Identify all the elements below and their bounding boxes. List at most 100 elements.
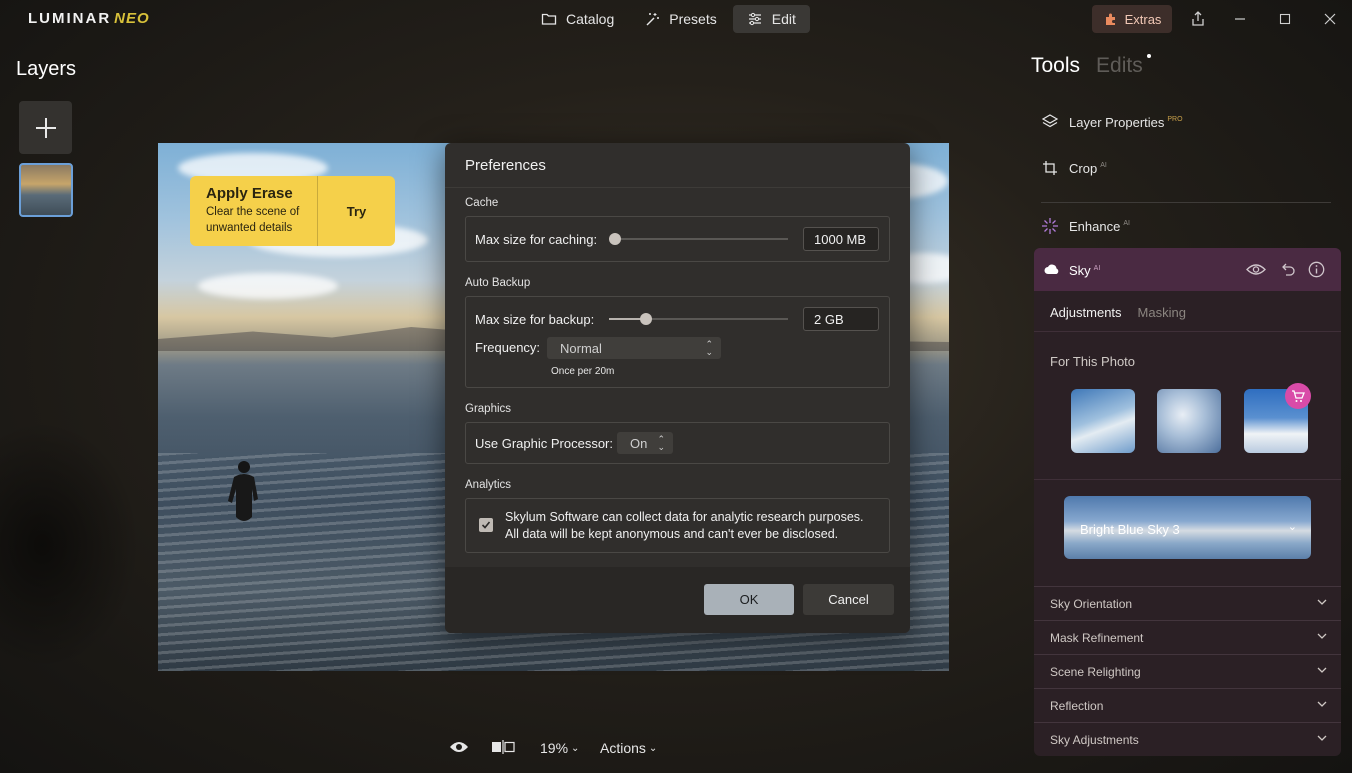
chevron-down-icon: ⌄ <box>648 742 658 754</box>
tab-tools[interactable]: Tools <box>1031 54 1080 78</box>
tab-edits[interactable]: Edits <box>1096 54 1151 78</box>
layer-thumbnail[interactable] <box>19 163 73 217</box>
crop-icon <box>1043 161 1057 175</box>
updown-chevron-icon: ⌃ ⌄ <box>705 339 713 357</box>
section-sky-adjustments[interactable]: Sky Adjustments <box>1034 722 1341 756</box>
section-label: Sky Adjustments <box>1050 732 1139 747</box>
actions-dropdown[interactable]: Actions ⌄ <box>600 740 657 756</box>
chevron-down-icon <box>1317 599 1327 605</box>
eye-icon <box>450 742 468 752</box>
dialog-title: Preferences <box>465 157 546 174</box>
section-reflection[interactable]: Reflection <box>1034 688 1341 722</box>
minimize-icon[interactable] <box>1229 8 1251 30</box>
app-logo: LUMINAR NEO <box>28 10 150 27</box>
folder-icon <box>541 13 557 25</box>
sliders-icon <box>748 12 761 26</box>
cache-section-label: Cache <box>465 197 499 209</box>
tool-crop[interactable]: Crop AI <box>1041 159 1107 177</box>
tab-edits-label: Edits <box>1096 54 1143 77</box>
analytics-line-1: Skylum Software can collect data for ana… <box>505 510 864 524</box>
unsaved-dot <box>1146 54 1151 58</box>
section-label: Sky Orientation <box>1050 596 1133 611</box>
subtab-masking[interactable]: Masking <box>1138 305 1186 320</box>
tab-catalog-label: Catalog <box>566 11 615 27</box>
subtab-adjustments[interactable]: Adjustments <box>1050 305 1122 320</box>
cache-section: Max size for caching: 1000 MB <box>465 216 890 262</box>
background-shadow <box>0 420 140 670</box>
analytics-section-label: Analytics <box>465 479 512 491</box>
frequency-select[interactable]: Normal ⌃ ⌄ <box>547 337 721 359</box>
divider <box>1034 479 1341 480</box>
cache-slider-handle[interactable] <box>609 233 621 245</box>
right-panel-tabs: Tools Edits <box>1031 54 1151 78</box>
ok-button[interactable]: OK <box>704 584 794 615</box>
zoom-dropdown[interactable]: 19% ⌄ <box>540 740 579 756</box>
cache-size-label: Max size for caching: <box>475 232 598 247</box>
apply-erase-card: Apply Erase Clear the scene of unwanted … <box>190 176 395 246</box>
tab-catalog[interactable]: Catalog <box>527 5 628 33</box>
magic-wand-icon <box>646 13 660 26</box>
eye-icon[interactable] <box>1246 263 1266 276</box>
section-label: Scene Relighting <box>1050 664 1141 679</box>
backup-size-input[interactable]: 2 GB <box>803 307 879 331</box>
chevron-down-icon: ⌄ <box>571 742 580 754</box>
person-silhouette <box>228 461 258 521</box>
sky-selection-dropdown[interactable]: Bright Blue Sky 3 ⌄ <box>1064 496 1311 559</box>
compare-toggle[interactable] <box>491 740 515 754</box>
section-scene-relighting[interactable]: Scene Relighting <box>1034 654 1341 688</box>
layers-title: Layers <box>16 58 77 80</box>
analytics-line-2: All data will be kept anonymous and can'… <box>505 527 839 541</box>
sky-preset-thumbnail[interactable] <box>1157 389 1221 453</box>
plus-icon <box>35 117 56 138</box>
section-sky-orientation[interactable]: Sky Orientation <box>1034 586 1341 620</box>
cloud <box>198 273 338 299</box>
puzzle-icon <box>1105 13 1115 25</box>
cancel-button[interactable]: Cancel <box>803 584 894 615</box>
cart-icon[interactable] <box>1285 383 1311 409</box>
graphic-processor-select[interactable]: On ⌃ ⌄ <box>617 432 673 454</box>
frequency-value: Normal <box>560 340 602 356</box>
tool-label: Crop AI <box>1069 160 1107 176</box>
graphics-section: Use Graphic Processor: On ⌃ ⌄ <box>465 422 890 464</box>
visibility-toggle[interactable] <box>449 740 469 754</box>
backup-size-label: Max size for backup: <box>475 312 595 327</box>
cache-size-input[interactable]: 1000 MB <box>803 227 879 251</box>
extras-button[interactable]: Extras <box>1092 5 1172 33</box>
analytics-checkbox[interactable] <box>479 518 493 532</box>
logo-main: LUMINAR <box>28 10 112 27</box>
close-icon[interactable] <box>1319 8 1341 30</box>
try-erase-button[interactable]: Try <box>318 176 395 246</box>
apply-erase-title: Apply Erase <box>206 185 293 202</box>
logo-neo: NEO <box>114 10 150 27</box>
backup-slider-handle[interactable] <box>640 313 652 325</box>
divider <box>1041 202 1331 203</box>
tool-layer-properties[interactable]: Layer Properties PRO <box>1041 113 1183 131</box>
zoom-value: 19% <box>540 740 569 756</box>
graphics-section-label: Graphics <box>465 403 512 415</box>
tab-presets[interactable]: Presets <box>630 5 730 33</box>
tab-edit[interactable]: Edit <box>732 5 810 33</box>
chevron-down-icon <box>1317 667 1327 673</box>
updown-chevron-icon: ⌃ ⌄ <box>657 434 665 452</box>
tool-label: Enhance AI <box>1069 218 1130 234</box>
section-label: Mask Refinement <box>1050 630 1144 645</box>
selected-sky-label: Bright Blue Sky 3 <box>1080 522 1180 537</box>
divider <box>445 187 910 188</box>
info-icon[interactable] <box>1308 261 1325 278</box>
sky-title: Sky AI <box>1069 263 1101 278</box>
section-mask-refinement[interactable]: Mask Refinement <box>1034 620 1341 654</box>
reset-icon[interactable] <box>1280 261 1296 277</box>
share-icon[interactable] <box>1187 8 1209 30</box>
preferences-dialog: Preferences Cache Max size for caching: … <box>445 143 910 633</box>
backup-section-label: Auto Backup <box>465 277 531 289</box>
apply-erase-content: Apply Erase Clear the scene of unwanted … <box>190 176 318 246</box>
analytics-text: Skylum Software can collect data for ana… <box>505 509 864 543</box>
sky-tool-header[interactable]: Sky AI <box>1034 248 1341 291</box>
cache-slider-track[interactable] <box>614 238 788 240</box>
sparkle-icon <box>1042 218 1058 234</box>
add-layer-button[interactable] <box>19 101 72 154</box>
sky-preset-thumbnail[interactable] <box>1071 389 1135 453</box>
top-bar: LUMINAR NEO Catalog Presets Edit Extras <box>0 0 1352 38</box>
tool-enhance[interactable]: Enhance AI <box>1041 217 1130 235</box>
maximize-icon[interactable] <box>1274 8 1296 30</box>
